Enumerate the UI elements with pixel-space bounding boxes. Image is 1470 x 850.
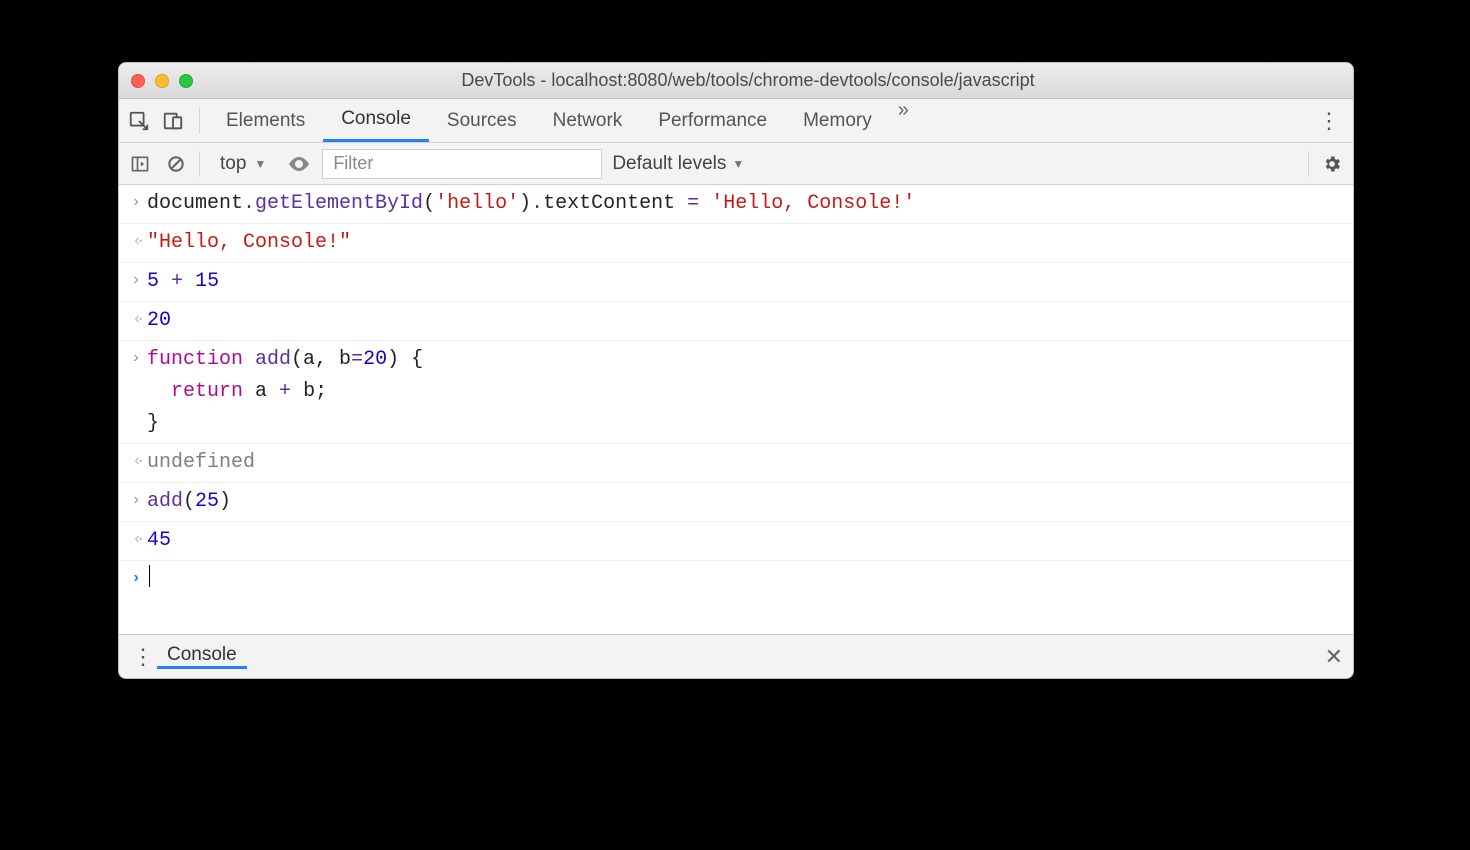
device-toolbar-icon[interactable] [161, 109, 185, 133]
zoom-window-button[interactable] [179, 74, 193, 88]
titlebar: DevTools - localhost:8080/web/tools/chro… [119, 63, 1353, 99]
panel-tab-performance[interactable]: Performance [640, 99, 785, 142]
code-text: function add(a, b=20) { return a + b; } [147, 344, 423, 440]
console-output-line: undefined [119, 444, 1353, 483]
code-text: 45 [147, 525, 171, 557]
output-marker-icon [125, 227, 147, 255]
panel-tab-console[interactable]: Console [323, 99, 429, 142]
panel-tab-network[interactable]: Network [535, 99, 641, 142]
console-output-line: 45 [119, 522, 1353, 561]
close-drawer-icon[interactable]: ✕ [1325, 644, 1343, 670]
console-output[interactable]: document.getElementById('hello').textCon… [119, 185, 1353, 634]
drawer: ⋮ Console ✕ [119, 634, 1353, 678]
console-input-line: function add(a, b=20) { return a + b; } [119, 341, 1353, 444]
panel-tab-elements[interactable]: Elements [208, 99, 323, 142]
code-text: "Hello, Console!" [147, 227, 351, 259]
chevron-down-icon: ▼ [732, 157, 744, 171]
devtools-window: DevTools - localhost:8080/web/tools/chro… [118, 62, 1354, 679]
drawer-tab-console[interactable]: Console [157, 644, 247, 669]
log-levels-label: Default levels [612, 153, 726, 175]
clear-console-icon[interactable] [163, 151, 189, 177]
chevron-down-icon: ▼ [254, 157, 266, 171]
input-marker-icon [125, 486, 147, 514]
console-toolbar: top ▼ Default levels ▼ [119, 143, 1353, 185]
live-expression-icon[interactable] [286, 151, 312, 177]
output-marker-icon [125, 525, 147, 553]
panel-tab-sources[interactable]: Sources [429, 99, 535, 142]
console-input-line: document.getElementById('hello').textCon… [119, 185, 1353, 224]
execution-context-label: top [220, 153, 246, 175]
console-output-line: "Hello, Console!" [119, 224, 1353, 263]
console-settings-icon[interactable] [1319, 151, 1345, 177]
inspect-element-icon[interactable] [127, 109, 151, 133]
output-marker-icon [125, 447, 147, 475]
close-window-button[interactable] [131, 74, 145, 88]
toggle-sidebar-icon[interactable] [127, 151, 153, 177]
minimize-window-button[interactable] [155, 74, 169, 88]
drawer-menu-icon[interactable]: ⋮ [129, 644, 157, 670]
window-controls [131, 74, 193, 88]
window-title: DevTools - localhost:8080/web/tools/chro… [215, 70, 1341, 91]
console-prompt-line[interactable] [119, 561, 1353, 599]
text-cursor [149, 565, 150, 587]
filter-input[interactable] [322, 149, 602, 179]
code-text: 5 + 15 [147, 266, 219, 298]
console-input[interactable] [147, 564, 150, 596]
tabs-overflow-button[interactable]: » [890, 99, 917, 142]
console-input-line: 5 + 15 [119, 263, 1353, 302]
input-marker-icon [125, 188, 147, 216]
code-text: 20 [147, 305, 171, 337]
prompt-marker-icon [125, 564, 147, 592]
code-text: add(25) [147, 486, 231, 518]
code-text: document.getElementById('hello').textCon… [147, 188, 915, 220]
log-levels-selector[interactable]: Default levels ▼ [612, 153, 744, 175]
panel-tab-memory[interactable]: Memory [785, 99, 890, 142]
panel-tabs: ElementsConsoleSourcesNetworkPerformance… [119, 99, 1353, 143]
input-marker-icon [125, 266, 147, 294]
output-marker-icon [125, 305, 147, 333]
input-marker-icon [125, 344, 147, 372]
drawer-tab-label: Console [167, 644, 237, 666]
console-input-line: add(25) [119, 483, 1353, 522]
kebab-menu-icon[interactable]: ⋮ [1315, 108, 1343, 134]
code-text: undefined [147, 447, 255, 479]
execution-context-selector[interactable]: top ▼ [210, 149, 276, 179]
console-output-line: 20 [119, 302, 1353, 341]
